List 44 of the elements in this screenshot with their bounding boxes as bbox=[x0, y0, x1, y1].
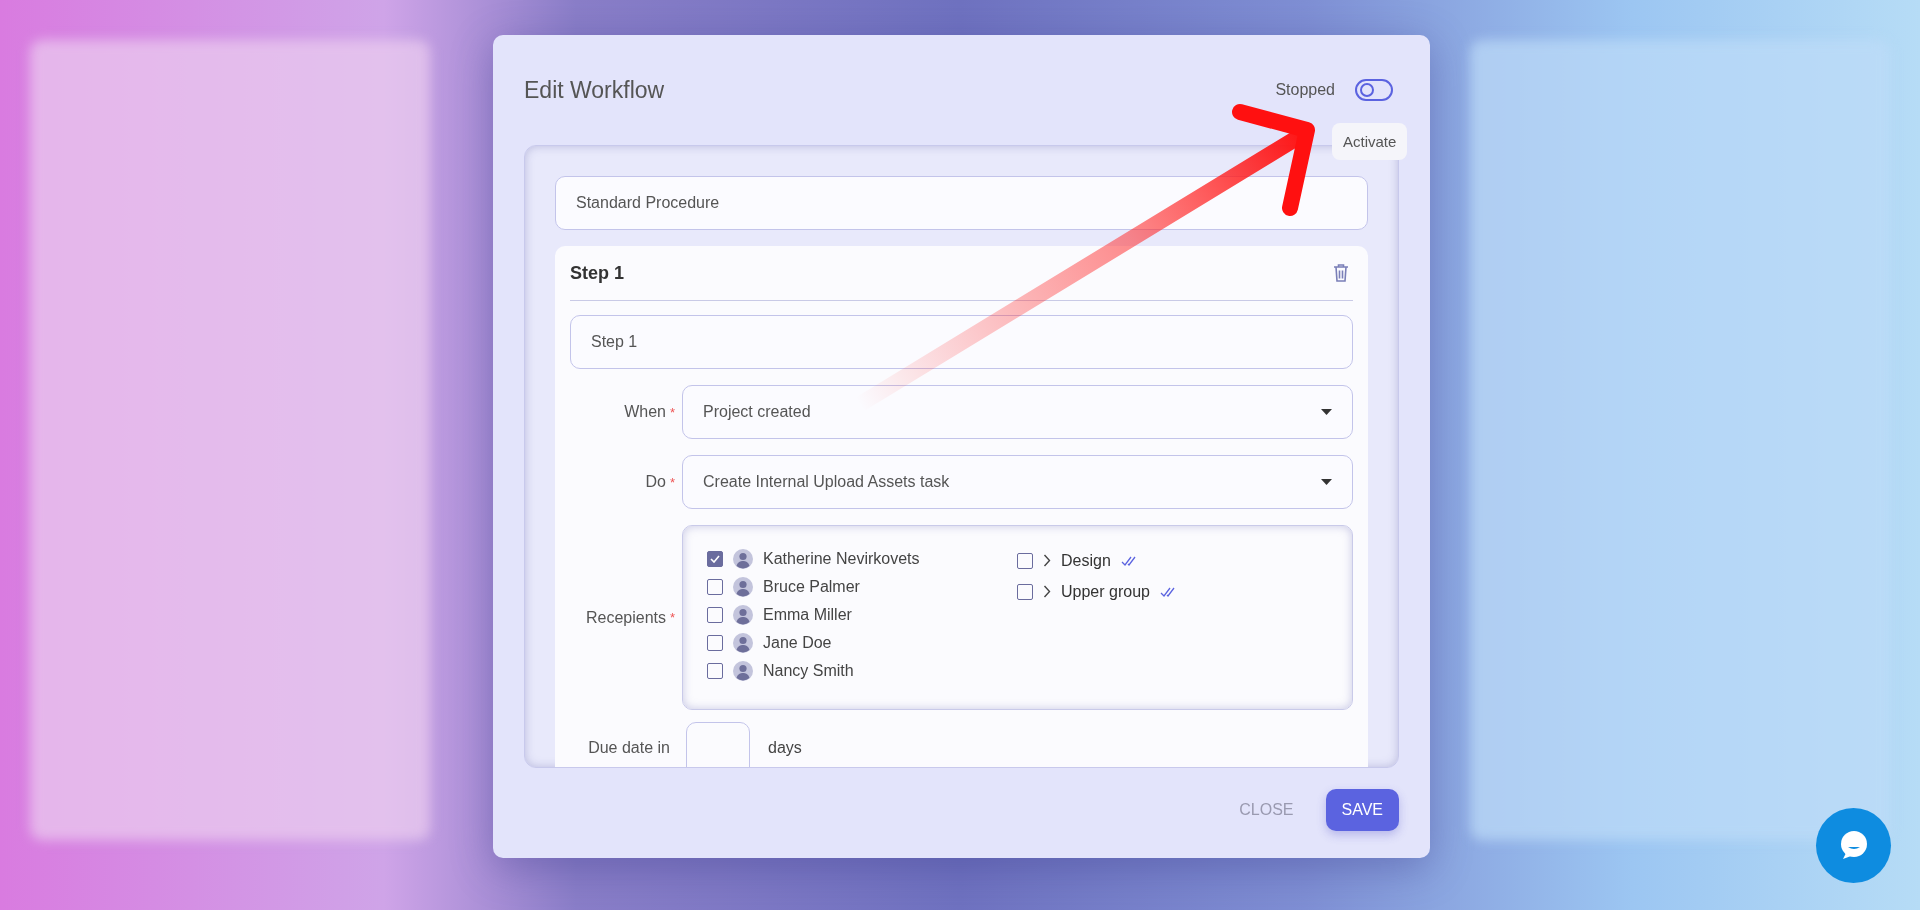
group-name: Design bbox=[1061, 551, 1111, 570]
status-label: Stopped bbox=[1275, 81, 1335, 99]
required-mark: * bbox=[670, 610, 677, 625]
recipient-name: Bruce Palmer bbox=[763, 578, 860, 596]
checkbox[interactable] bbox=[707, 663, 723, 679]
field-label: Due date in bbox=[587, 739, 671, 757]
avatar-icon bbox=[733, 661, 753, 681]
checkbox[interactable] bbox=[707, 635, 723, 651]
trash-icon[interactable] bbox=[1333, 263, 1349, 283]
tooltip: Activate bbox=[1332, 123, 1408, 160]
field-label: Recepients bbox=[584, 608, 667, 627]
dropdown-caret-icon bbox=[1321, 479, 1332, 485]
recipient-name: Katherine Nevirkovets bbox=[763, 550, 920, 568]
field-label: When bbox=[623, 403, 667, 421]
checkbox[interactable] bbox=[1017, 552, 1033, 569]
status-toggle[interactable] bbox=[1355, 79, 1393, 101]
chevron-right-icon[interactable] bbox=[1043, 585, 1051, 598]
recipient-name: Jane Doe bbox=[763, 634, 832, 652]
check-icon bbox=[710, 555, 720, 563]
save-button[interactable]: SAVE bbox=[1325, 788, 1399, 831]
avatar-icon bbox=[733, 577, 753, 597]
dialog-title: Edit Workflow bbox=[524, 76, 666, 104]
chevron-right-icon[interactable] bbox=[1043, 554, 1051, 567]
checkbox[interactable] bbox=[707, 551, 723, 567]
select-field[interactable]: Project created bbox=[682, 385, 1353, 439]
dropdown-caret-icon bbox=[1321, 409, 1332, 415]
required-mark: * bbox=[670, 404, 677, 420]
avatar-icon bbox=[733, 605, 753, 625]
checkbox[interactable] bbox=[707, 607, 723, 623]
unit-label: days bbox=[768, 739, 802, 757]
checkbox[interactable] bbox=[1017, 583, 1033, 600]
workflow-name-field[interactable]: Standard Procedure bbox=[555, 176, 1368, 230]
group-name: Upper group bbox=[1061, 582, 1150, 601]
recipient-name: Nancy Smith bbox=[763, 662, 854, 680]
select-field[interactable]: Create Internal Upload Assets task bbox=[682, 455, 1353, 509]
avatar-icon bbox=[733, 549, 753, 569]
step-title: Step 1 bbox=[570, 262, 625, 284]
checkbox[interactable] bbox=[707, 579, 723, 595]
field-label: Do bbox=[644, 473, 667, 491]
avatar-icon bbox=[733, 633, 753, 653]
recipient-name: Emma Miller bbox=[763, 606, 852, 624]
required-mark: * bbox=[670, 474, 677, 490]
step-name-field[interactable]: Step 1 bbox=[570, 315, 1353, 369]
due-days-field[interactable] bbox=[686, 722, 750, 767]
